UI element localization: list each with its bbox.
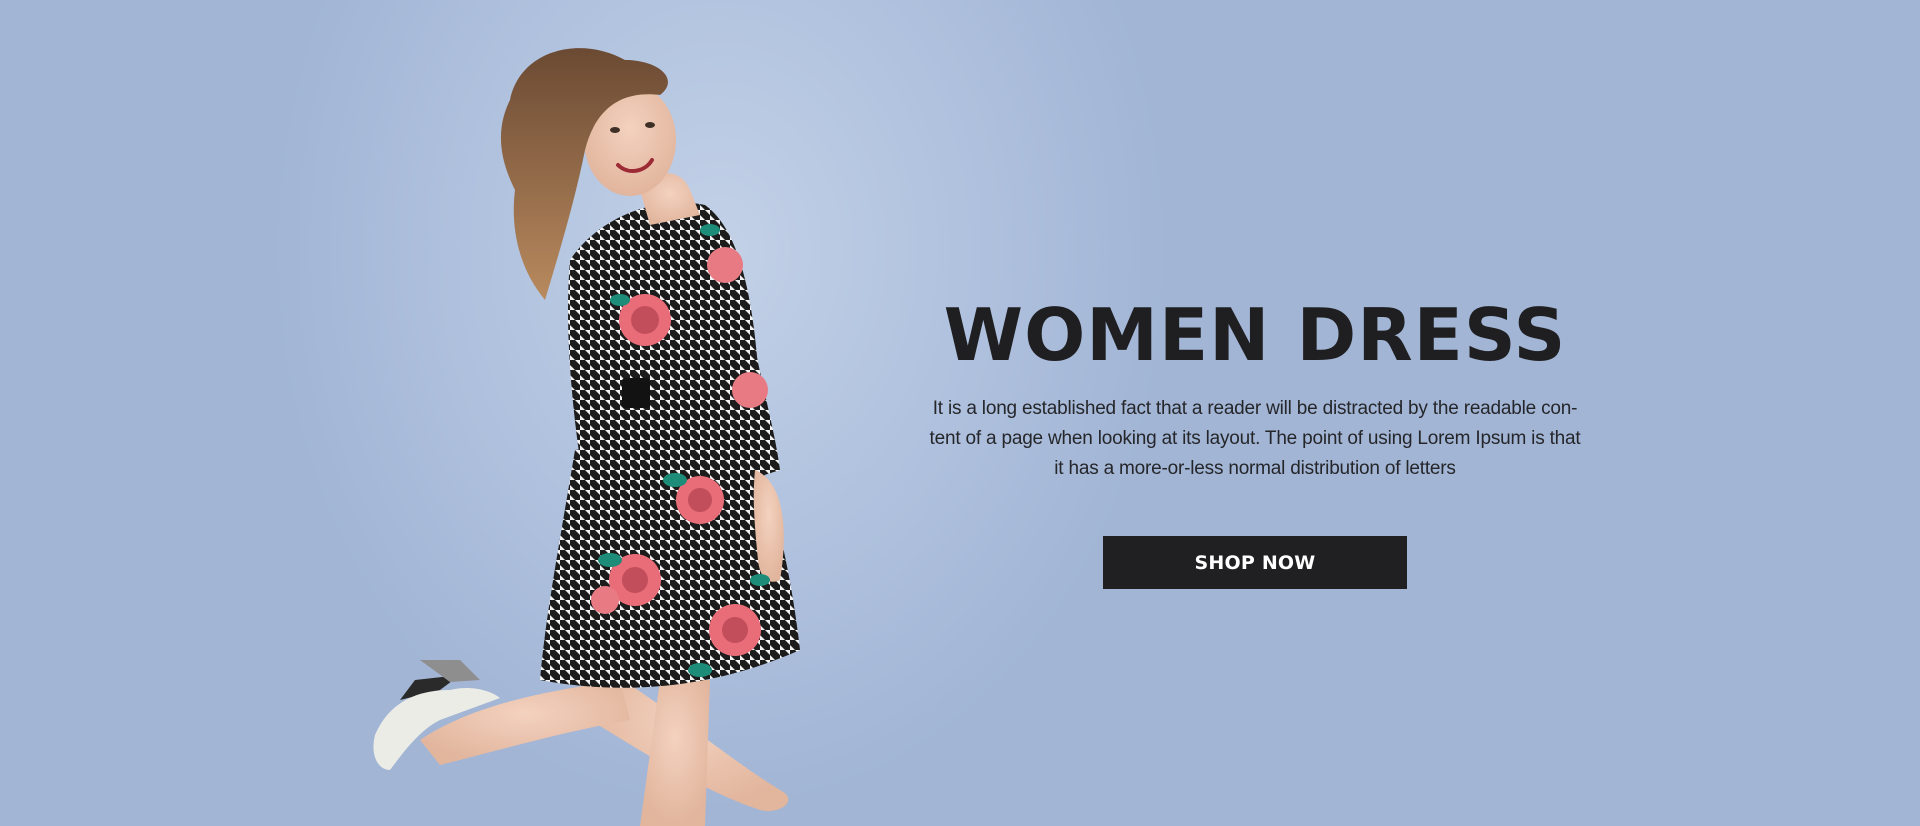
hero-content: WOMEN DRESS It is a long established fac…	[920, 290, 1590, 589]
model-photo	[373, 48, 800, 826]
hero-description: It is a long established fact that a rea…	[929, 398, 1581, 479]
shop-now-button[interactable]: SHOP NOW	[1103, 536, 1407, 589]
hero-banner: WOMEN DRESS It is a long established fac…	[0, 0, 1920, 826]
hero-title: WOMEN DRESS	[943, 293, 1567, 377]
